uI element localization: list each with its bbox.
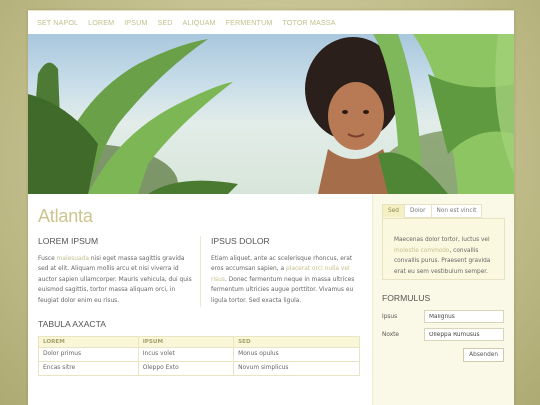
form-row-noxte: Noxte [382,328,505,341]
column-lorem-ipsum: LOREM IPSUM Fusce malesuada nisi eget ma… [38,236,200,307]
table-cell: Oleppo Exto [137,360,235,376]
sidebar: Sed Dolor Non est vincit Maecenas dolor … [372,194,514,405]
field-label-noxte: Noxte [382,331,399,338]
nav-item-totor-massa[interactable]: TOTOR MASSA [282,18,335,27]
table-header-cell: SED [233,335,360,348]
tab-panel-text: Maecenas dolor tortor, luctus vel [394,237,490,243]
nav-item-aliquam[interactable]: ALIQUAM [183,18,216,27]
tab-dolor[interactable]: Dolor [403,204,432,218]
table-row: Dolor primus Incus volet Monus opulus [38,346,360,362]
tab-non-est-vincit[interactable]: Non est vincit [430,204,483,218]
ipsus-input[interactable] [424,310,504,323]
content-area: Atlanta LOREM IPSUM Fusce malesuada nisi… [28,194,514,405]
table-header-row: LOREM IPSUM SED [38,335,360,348]
table-header-cell: LOREM [38,335,139,348]
main-column: Atlanta LOREM IPSUM Fusce malesuada nisi… [28,194,372,405]
column-heading-lorem-ipsum: LOREM IPSUM [38,236,99,246]
data-table: LOREM IPSUM SED Dolor primus Incus volet… [38,335,360,376]
malesuada-link[interactable]: malesuada [57,256,89,262]
table-cell: Monus opulus [233,346,360,362]
paragraph-text: Fusce [38,255,57,262]
field-label-ipsus: Ipsus [382,313,398,320]
column-text-lorem-ipsum: Fusce malesuada nisi eget massa sagittis… [38,254,192,307]
table-title: TABULA AXACTA [38,318,106,329]
form-row-ipsus: Ipsus [382,310,505,323]
column-text-ipsus-dolor: Etiam aliquet, ante ac scelerisque rhonc… [211,254,362,307]
hero-image [28,34,514,194]
page-title: Atlanta [38,206,93,226]
hero-photo [28,34,514,194]
nav-item-fermentum[interactable]: FERMENTUM [226,18,273,27]
tab-panel: Maecenas dolor tortor, luctus vel molest… [382,218,505,280]
molestie-commodo-link[interactable]: molestie commodo [394,248,449,254]
article-columns: LOREM IPSUM Fusce malesuada nisi eget ma… [38,236,362,307]
table-row: Encas sitre Oleppo Exto Novum simplicus [38,360,360,376]
nav-item-set-napol[interactable]: SET NAPOL [37,18,78,27]
table-cell: Novum simplicus [233,360,360,376]
noxte-input[interactable] [424,328,504,341]
submit-button[interactable]: Absenden [463,348,504,362]
column-heading-ipsus-dolor: IPSUS DOLOR [211,236,270,246]
tab-bar: Sed Dolor Non est vincit [382,204,505,218]
top-nav: SET NAPOL LOREM IPSUM SED ALIQUAM FERMEN… [28,10,514,34]
form-heading: FORMULUS [382,293,431,303]
nav-item-lorem[interactable]: LOREM [88,18,114,27]
table-cell: Incus volet [137,346,235,362]
table-cell: Dolor primus [38,346,139,362]
column-ipsus-dolor: IPSUS DOLOR Etiam aliquet, ante ac scele… [200,236,362,307]
page-container: SET NAPOL LOREM IPSUM SED ALIQUAM FERMEN… [28,10,514,405]
paragraph-text: nisi eget massa sagittis gravida sed at … [38,255,192,304]
nav-item-ipsum[interactable]: IPSUM [124,18,147,27]
table-cell: Encas sitre [38,360,139,376]
table-header-cell: IPSUM [137,335,235,348]
nav-item-sed[interactable]: SED [157,18,172,27]
tab-sed[interactable]: Sed [382,204,405,218]
paragraph-text: . Donec fermentum neque in massa ultrice… [211,276,355,304]
